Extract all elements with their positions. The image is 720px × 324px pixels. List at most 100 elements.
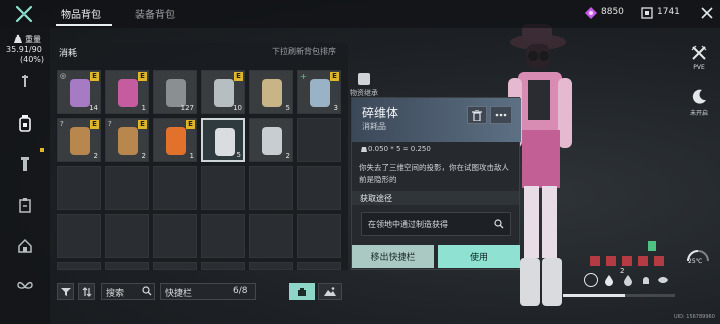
inventory-slot-pink-bottle[interactable]: 1E bbox=[105, 70, 149, 114]
slot-quantity: 10 bbox=[233, 104, 242, 112]
pve-label: PVE bbox=[693, 64, 705, 71]
pve-button[interactable]: PVE bbox=[684, 44, 714, 71]
inventory-slot-glass-jar[interactable]: 127 bbox=[153, 70, 197, 114]
ticket-currency-icon bbox=[641, 7, 653, 19]
inventory-slot-empty[interactable] bbox=[153, 262, 197, 270]
inventory-slot-empty[interactable] bbox=[297, 262, 341, 270]
grey-canister-icon bbox=[262, 127, 282, 155]
inventory-slot-crystal-canister[interactable]: 5 bbox=[201, 118, 245, 162]
inventory-slot-canned-food[interactable]: 14 E ◎ bbox=[57, 70, 101, 114]
status-effect-icon-1 bbox=[590, 256, 600, 266]
health-bar bbox=[563, 294, 675, 297]
inventory-slot-grey-canister[interactable]: 2 bbox=[249, 118, 293, 162]
slot-quantity: 1 bbox=[141, 104, 146, 112]
ticket-currency-value: 1741 bbox=[657, 7, 680, 17]
inventory-slot-empty[interactable] bbox=[201, 166, 245, 210]
weight-small-icon bbox=[361, 146, 367, 152]
gem-currency-value: 8850 bbox=[601, 7, 624, 17]
remove-quickbar-button[interactable]: 移出快捷栏 bbox=[352, 245, 434, 268]
night-mode-button[interactable]: 未开启 bbox=[684, 88, 714, 117]
use-button[interactable]: 使用 bbox=[438, 245, 520, 268]
terrain-view-button[interactable] bbox=[318, 283, 342, 300]
slot-quantity: 2 bbox=[141, 152, 146, 160]
sidebar-materials-icon[interactable] bbox=[16, 155, 34, 173]
search-icon[interactable] bbox=[142, 286, 152, 296]
slot-quantity: 127 bbox=[180, 104, 194, 112]
quickbar-count: 6/8 bbox=[233, 286, 248, 296]
inventory-slot-sardine-tin-2[interactable]: 2 E? bbox=[105, 118, 149, 162]
inventory-slot-empty[interactable] bbox=[249, 262, 293, 270]
slot-corner-mark: ◎ bbox=[60, 72, 67, 80]
status-effect-icon-5 bbox=[654, 256, 664, 266]
inventory-slot-orange-canister[interactable]: 1E bbox=[153, 118, 197, 162]
sort-button[interactable] bbox=[78, 283, 95, 300]
inventory-slot-syringe[interactable]: 3 E + bbox=[297, 70, 341, 114]
inventory-slot-empty[interactable] bbox=[153, 166, 197, 210]
inventory-slot-bread-loaf[interactable]: 5 bbox=[249, 70, 293, 114]
inventory-slot-empty[interactable] bbox=[249, 166, 293, 210]
energy-icon bbox=[640, 274, 652, 286]
sidebar-consumables-icon[interactable] bbox=[16, 114, 34, 132]
inventory-slot-empty[interactable] bbox=[57, 214, 101, 258]
inventory-slot-empty[interactable] bbox=[105, 214, 149, 258]
tab-underline bbox=[56, 24, 112, 26]
search-label: 搜索 bbox=[106, 289, 125, 299]
weight-percent: (40%) bbox=[20, 55, 45, 64]
slot-corner-mark: ? bbox=[108, 120, 112, 128]
inventory-slot-empty[interactable] bbox=[57, 166, 101, 210]
orange-canister-icon bbox=[166, 127, 186, 155]
sidebar-misc-icon[interactable] bbox=[16, 278, 34, 296]
gem-currency-icon bbox=[585, 7, 597, 19]
trash-button[interactable] bbox=[467, 106, 487, 124]
status-effect-icon-2 bbox=[606, 256, 616, 266]
tab-equipment-bag[interactable]: 装备背包 bbox=[135, 6, 175, 21]
inherit-icon bbox=[358, 73, 370, 85]
weight-icon bbox=[13, 34, 23, 44]
pink-bottle-icon bbox=[118, 79, 138, 107]
inventory-slot-spray-can[interactable]: 10 E bbox=[201, 70, 245, 114]
slot-quantity: 2 bbox=[93, 152, 98, 160]
inventory-slot-empty[interactable] bbox=[105, 262, 149, 270]
sidebar-building-icon[interactable] bbox=[16, 237, 34, 255]
close-icon[interactable] bbox=[699, 5, 715, 21]
bag-view-button[interactable] bbox=[289, 283, 315, 300]
item-name: 碎维体 bbox=[362, 106, 399, 120]
sidebar-tools-icon[interactable] bbox=[16, 72, 34, 90]
slot-quantity: 5 bbox=[285, 104, 290, 112]
slot-quantity: 14 bbox=[89, 104, 98, 112]
inventory-slot-empty[interactable] bbox=[297, 166, 341, 210]
inventory-slot-empty[interactable] bbox=[201, 262, 245, 270]
slot-equip-badge: E bbox=[330, 72, 339, 81]
inventory-slot-empty[interactable] bbox=[297, 214, 341, 258]
sidebar-quest-icon[interactable] bbox=[16, 196, 34, 214]
source-search-icon[interactable] bbox=[494, 219, 504, 229]
source-text: 在领地中通过制造获得 bbox=[368, 220, 448, 229]
notopen-label: 未开启 bbox=[689, 110, 708, 117]
temperature-value: 25℃ bbox=[688, 258, 703, 265]
inventory-slot-empty[interactable] bbox=[105, 166, 149, 210]
glass-jar-icon bbox=[166, 79, 186, 107]
slot-equip-badge: E bbox=[90, 72, 99, 81]
bread-loaf-icon bbox=[262, 79, 282, 107]
thirst-icon bbox=[603, 274, 615, 286]
temperature-gauge bbox=[685, 243, 711, 269]
app-logo-icon[interactable] bbox=[14, 4, 34, 24]
inventory-slot-empty[interactable] bbox=[249, 214, 293, 258]
inventory-slot-empty[interactable] bbox=[153, 214, 197, 258]
more-options-button[interactable] bbox=[490, 106, 512, 124]
weight-value: 35.91/90 bbox=[6, 45, 42, 54]
hunger-icon bbox=[584, 273, 598, 287]
canned-food-icon bbox=[70, 79, 90, 107]
inventory-slot-empty[interactable] bbox=[57, 262, 101, 270]
inventory-slot-empty[interactable] bbox=[201, 214, 245, 258]
tab-item-bag[interactable]: 物品背包 bbox=[61, 6, 101, 21]
uid-label: UID: 156789960 bbox=[674, 314, 715, 320]
inventory-slot-empty[interactable] bbox=[297, 118, 341, 162]
status-effect-icon-4 bbox=[638, 256, 648, 266]
slot-corner-mark: + bbox=[300, 72, 307, 81]
filter-button[interactable] bbox=[57, 283, 74, 300]
inventory-slot-sardine-tin[interactable]: 2 E? bbox=[57, 118, 101, 162]
mood-icon bbox=[657, 274, 669, 286]
section-title: 消耗 bbox=[59, 49, 78, 59]
weight-formula: 0.050 * 5 = 0.250 bbox=[368, 145, 431, 153]
